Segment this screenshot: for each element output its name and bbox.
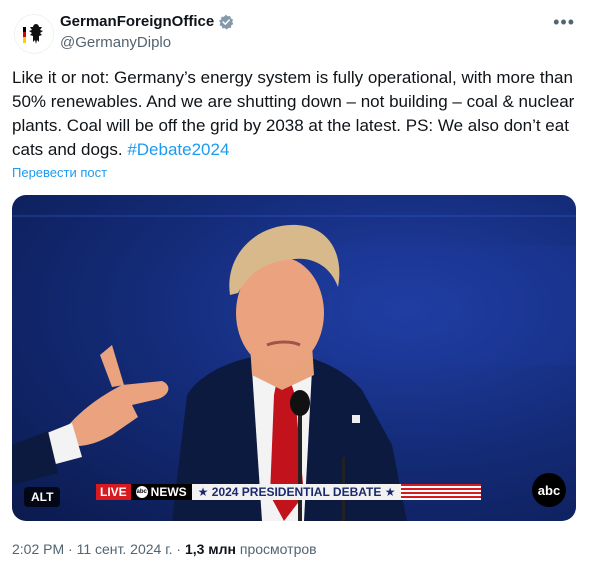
meta-separator: · [176, 541, 182, 557]
display-name[interactable]: GermanForeignOffice [60, 13, 214, 30]
hashtag-link[interactable]: #Debate2024 [127, 140, 229, 159]
flag-stripes [401, 484, 482, 500]
author-handle[interactable]: @GermanyDiplo [60, 34, 171, 51]
views-count: 1,3 млн [184, 541, 237, 557]
debate-title: ★ 2024 PRESIDENTIAL DEBATE ★ [191, 484, 402, 500]
verified-badge-icon [219, 14, 234, 30]
network-label: abc NEWS [130, 484, 192, 500]
abc-mini-logo-icon: abc [135, 486, 148, 498]
views-label: просмотров [239, 541, 317, 557]
news-chyron: LIVE abc NEWS ★ 2024 PRESIDENTIAL DEBATE… [96, 484, 482, 500]
tweet-date[interactable]: 11 сент. 2024 г. [77, 541, 173, 557]
tweet-media-image[interactable]: ALT LIVE abc NEWS ★ 2024 PRESIDENTIAL DE… [12, 195, 576, 521]
translate-post-link[interactable]: Перевести пост [12, 165, 107, 180]
tweet-body: Like it or not: Germany’s energy system … [12, 68, 575, 159]
network-text: NEWS [150, 485, 187, 499]
alt-badge[interactable]: ALT [24, 487, 61, 507]
tweet-text: Like it or not: Germany’s energy system … [12, 66, 578, 162]
tweet-meta: 2:02 PM · 11 сент. 2024 г. · 1,3 млн про… [12, 541, 317, 557]
tweet-time[interactable]: 2:02 PM [12, 541, 64, 557]
meta-separator: · [68, 541, 73, 557]
debate-video-frame [12, 215, 576, 521]
author-name-row[interactable]: GermanForeignOffice [60, 13, 234, 30]
live-label: LIVE [96, 484, 131, 500]
more-options-icon[interactable]: ••• [553, 12, 575, 33]
abc-logo: abc [532, 473, 566, 507]
avatar[interactable] [14, 14, 54, 54]
eagle-icon [23, 24, 43, 44]
